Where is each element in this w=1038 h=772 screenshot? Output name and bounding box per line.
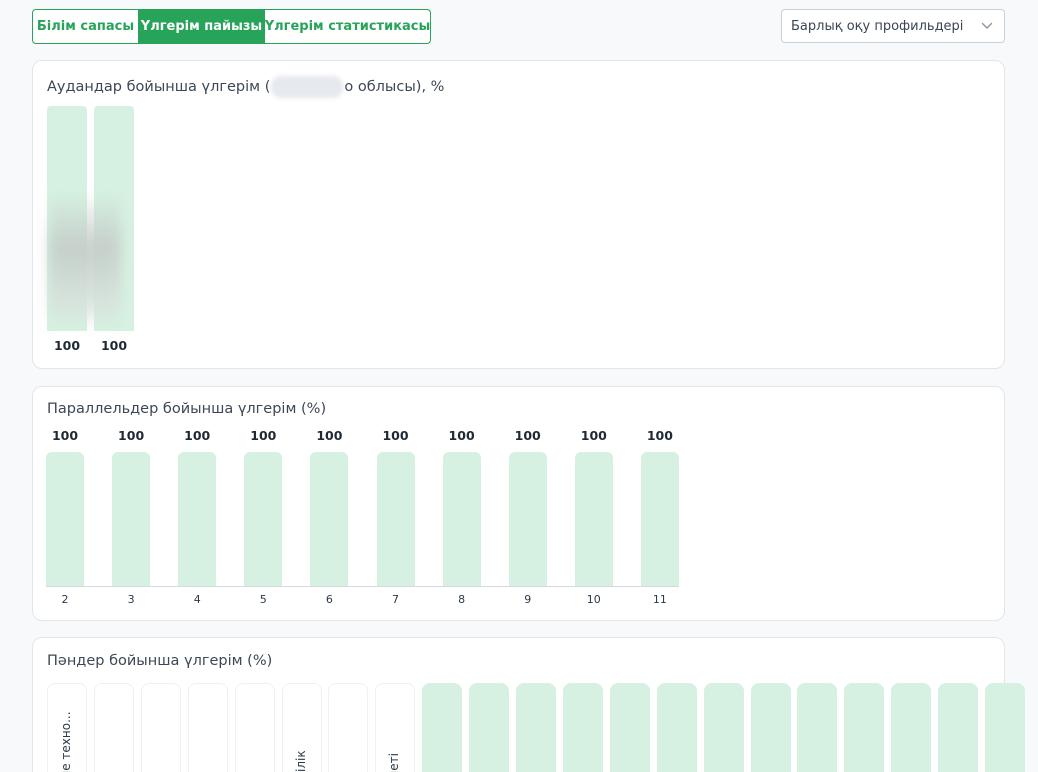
subject-bar (891, 683, 932, 772)
district-performance-card: Аудандар бойынша үлгерім ( о облысы), % 1… (32, 60, 1005, 369)
parallel-bar (46, 452, 84, 586)
subject-bar (797, 683, 838, 772)
subject-label: биеті (387, 753, 402, 772)
subject-bar (422, 683, 463, 772)
subject-bar: биеті (375, 683, 416, 772)
subject-bar (562, 683, 603, 772)
parallel-tick-label: 2 (61, 593, 69, 606)
subject-chart-title: Пәндер бойынша үлгерім (%) (47, 653, 273, 669)
subject-bar (140, 683, 181, 772)
subject-bar (516, 683, 556, 772)
district-title-start: Аудандар бойынша үлгерім ( (47, 79, 271, 95)
profile-select[interactable]: Барлық оқу профильдері (781, 9, 1005, 43)
district-title-end: о облысы), % (344, 79, 445, 95)
parallel-bar (640, 452, 679, 586)
subject-bar (750, 683, 791, 772)
parallel-bar-value: 100 (646, 428, 673, 443)
subject-label: ттілік (293, 750, 308, 772)
subject-label: әне техно... (59, 711, 73, 772)
district-bar-value: 100 (53, 338, 81, 353)
parallel-tick-label: 3 (127, 593, 135, 606)
tab-bar: Білім сапасы Үлгерім пайызы Үлгерім стат… (32, 9, 431, 44)
parallel-bar-value: 100 (118, 428, 145, 443)
parallel-bar (112, 452, 151, 586)
tab-performance-statistics[interactable]: Үлгерім статистикасы (264, 10, 430, 43)
parallel-bar (376, 452, 415, 586)
parallel-bar-value: 100 (514, 428, 541, 443)
subject-bar (985, 683, 1025, 772)
subject-performance-card: Пәндер бойынша үлгерім (%) әне техно... т… (32, 637, 1025, 772)
subject-bar (609, 683, 650, 772)
profile-select-value: Барлық оқу профильдері (791, 18, 964, 34)
redacted-region (271, 76, 344, 98)
parallel-bar-value: 100 (250, 428, 277, 443)
parallel-bar (310, 452, 349, 586)
district-chart-title: Аудандар бойынша үлгерім ( о облысы), % (47, 76, 444, 98)
parallel-bar (574, 452, 613, 586)
subject-bar (844, 683, 885, 772)
parallel-bar-value: 100 (51, 428, 79, 443)
parallel-bar (508, 452, 547, 586)
parallel-bar-value: 100 (316, 428, 343, 443)
parallel-axis-line (46, 586, 679, 587)
subject-bar (328, 683, 369, 772)
parallel-tick-label: 8 (458, 593, 466, 606)
parallel-tick-label: 4 (193, 593, 201, 606)
parallel-bar-value: 100 (382, 428, 409, 443)
chevron-down-icon (981, 22, 993, 29)
parallel-tick-label: 5 (259, 593, 267, 606)
subject-bar (656, 683, 697, 772)
subject-bar (938, 683, 979, 772)
subject-bar (93, 683, 134, 772)
parallel-tick-label: 6 (325, 593, 333, 606)
parallel-performance-card: Параллельдер бойынша үлгерім (%) 100 2 100… (32, 386, 1005, 621)
tab-knowledge-quality[interactable]: Білім сапасы (33, 10, 138, 43)
parallel-bar (244, 452, 283, 586)
parallel-tick-label: 10 (586, 593, 601, 606)
subject-bar (469, 683, 510, 772)
district-bar-value: 100 (100, 338, 128, 353)
parallel-tick-label: 7 (392, 593, 399, 606)
subject-bar (703, 683, 744, 772)
parallel-tick-label: 9 (524, 593, 532, 606)
parallel-bar-value: 100 (448, 428, 475, 443)
tab-performance-percent[interactable]: Үлгерім пайызы (138, 10, 264, 43)
parallel-chart-title: Параллельдер бойынша үлгерім (%) (47, 401, 327, 417)
subject-bar: әне техно... (47, 683, 87, 772)
parallel-bar-value: 100 (580, 428, 607, 443)
redacted-region (49, 191, 121, 331)
parallel-bar-value: 100 (184, 428, 211, 443)
parallel-tick-label: 11 (652, 593, 667, 606)
subject-bar (187, 683, 228, 772)
subject-bar: ттілік (281, 683, 322, 772)
parallel-bar (442, 452, 481, 586)
parallel-bar (178, 452, 217, 586)
subject-bar (234, 683, 275, 772)
